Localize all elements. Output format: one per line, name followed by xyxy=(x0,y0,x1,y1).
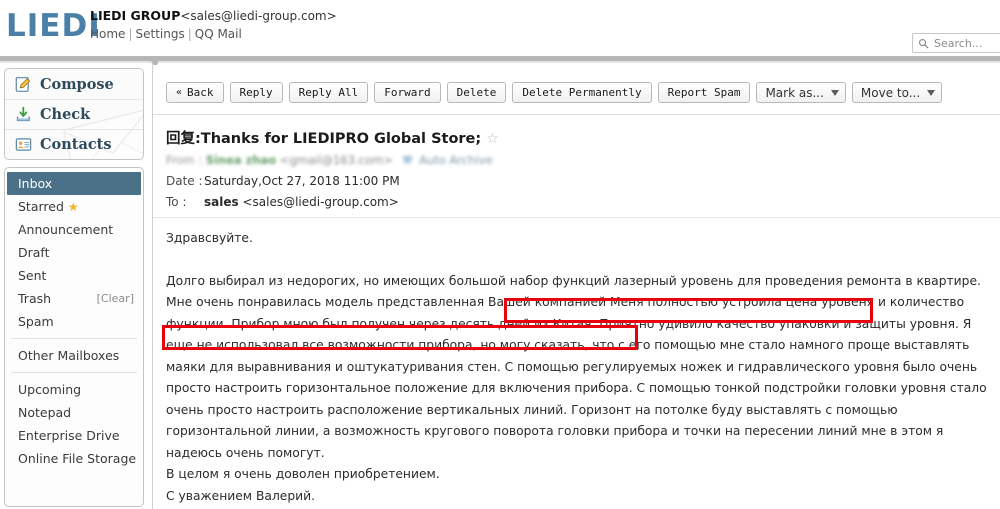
sidebar-item-notepad[interactable]: Notepad xyxy=(5,401,143,424)
sidebar-item-label: Other Mailboxes xyxy=(18,348,120,363)
toolbar-divider xyxy=(153,114,1000,115)
message-header-divider xyxy=(153,217,1000,218)
back-label: Back xyxy=(187,86,214,99)
delete-permanently-button[interactable]: Delete Permanently xyxy=(512,82,652,103)
sidebar-item-label: Inbox xyxy=(18,176,53,191)
sidebar-item-label: Online File Storage xyxy=(18,451,137,466)
auto-archive-label[interactable]: Auto Archive xyxy=(419,153,492,167)
search-input[interactable] xyxy=(932,35,1000,51)
delete-button[interactable]: Delete xyxy=(446,82,507,103)
contacts-button[interactable]: Contacts xyxy=(5,129,143,159)
nav-item-qq-mail[interactable]: QQ Mail xyxy=(195,27,242,41)
move-to-dropdown[interactable]: Move to... xyxy=(851,82,943,103)
sidebar-item-label: Starred xyxy=(18,199,64,214)
sidebar-item-label: Sent xyxy=(18,268,47,283)
chevron-down-icon xyxy=(927,89,936,96)
nav-item-settings[interactable]: Settings xyxy=(135,27,184,41)
sidebar-item-upcoming[interactable]: Upcoming xyxy=(5,378,143,401)
header-divider-shadow xyxy=(0,61,1000,63)
subject-text: 回复:Thanks for LIEDIPRO Global Store; xyxy=(166,131,482,147)
to-address: <sales@liedi-group.com> xyxy=(242,195,399,209)
sidebar-item-label: Announcement xyxy=(18,222,114,237)
body-closing-1: В целом я очень доволен приобретением. xyxy=(166,467,440,481)
reply-button[interactable]: Reply xyxy=(229,82,283,103)
sidebar-item-label: Upcoming xyxy=(18,382,82,397)
brand-block: LIEDI GROUP<sales@liedi-group.com> Home |… xyxy=(90,8,337,41)
nav-separator: | xyxy=(187,27,192,41)
sidebar-item-online-file-storage[interactable]: Online File Storage xyxy=(5,447,143,470)
account-line: LIEDI GROUP<sales@liedi-group.com> xyxy=(90,8,337,23)
sidebar: Compose Check Contacts Inbox Starred ★ A… xyxy=(0,63,147,509)
archive-box-icon xyxy=(403,156,413,164)
nav-separator: | xyxy=(128,27,133,41)
star-toggle-icon[interactable]: ☆ xyxy=(486,131,499,147)
sidebar-item-label: Draft xyxy=(18,245,50,260)
header-nav: Home | Settings | QQ Mail xyxy=(90,27,337,41)
move-to-label: Move to... xyxy=(860,85,921,100)
clear-trash-link[interactable]: [Clear] xyxy=(97,292,134,305)
message-from-row: From : Sinea zhao <gmail@163.com> Auto A… xyxy=(166,153,492,167)
search-icon xyxy=(918,38,929,48)
sidebar-item-sent[interactable]: Sent xyxy=(5,264,143,287)
from-address: <gmail@163.com> xyxy=(279,153,393,167)
message-date-row: Date :Saturday,Oct 27, 2018 11:00 PM xyxy=(166,174,400,188)
report-spam-button[interactable]: Report Spam xyxy=(657,82,751,103)
sidebar-divider xyxy=(11,372,137,373)
body-closing-2: С уважением Валерий. xyxy=(166,488,316,503)
mail-client-window: LIEDI LIEDI GROUP<sales@liedi-group.com>… xyxy=(0,0,1000,509)
message-view: « Back Reply Reply All Forward Delete Del… xyxy=(152,65,1000,509)
sidebar-item-enterprise-drive[interactable]: Enterprise Drive xyxy=(5,424,143,447)
sidebar-item-trash[interactable]: Trash [Clear] xyxy=(5,287,143,310)
contacts-card-icon xyxy=(15,138,32,151)
sidebar-item-draft[interactable]: Draft xyxy=(5,241,143,264)
sidebar-item-spam[interactable]: Spam xyxy=(5,310,143,333)
sidebar-item-starred[interactable]: Starred ★ xyxy=(5,195,143,218)
compose-pencil-icon xyxy=(15,76,31,92)
forward-button[interactable]: Forward xyxy=(374,82,441,103)
message-subject: 回复:Thanks for LIEDIPRO Global Store; ☆ xyxy=(166,127,499,148)
message-toolbar: « Back Reply Reply All Forward Delete Del… xyxy=(166,82,943,103)
back-chevron-icon: « xyxy=(176,87,183,98)
app-header: LIEDI LIEDI GROUP<sales@liedi-group.com>… xyxy=(0,0,1000,57)
liedi-logo[interactable]: LIEDI xyxy=(6,8,101,44)
nav-item-home[interactable]: Home xyxy=(90,27,125,41)
sidebar-divider xyxy=(11,338,137,339)
body-greeting: Здравсвуйте. xyxy=(166,231,253,245)
sidebar-item-announcement[interactable]: Announcement xyxy=(5,218,143,241)
contacts-label: Contacts xyxy=(40,136,112,153)
reply-all-button[interactable]: Reply All xyxy=(288,82,369,103)
date-value: Saturday,Oct 27, 2018 11:00 PM xyxy=(204,174,400,188)
sidebar-item-label: Trash xyxy=(18,291,52,306)
sidebar-item-other-mailboxes[interactable]: Other Mailboxes xyxy=(5,344,143,367)
quick-actions-panel: Compose Check Contacts xyxy=(4,68,144,160)
check-label: Check xyxy=(40,106,91,123)
back-button[interactable]: « Back xyxy=(166,82,224,103)
sidebar-item-label: Enterprise Drive xyxy=(18,428,120,443)
message-to-row: To : sales <sales@liedi-group.com> xyxy=(166,195,399,209)
search-box[interactable] xyxy=(912,33,1000,53)
mark-as-label: Mark as... xyxy=(765,85,824,100)
body-paragraph: Долго выбирал из недорогих, но имеющих б… xyxy=(166,273,987,460)
compose-button[interactable]: Compose xyxy=(5,69,143,99)
from-name: Sinea zhao xyxy=(205,153,277,167)
sidebar-item-inbox[interactable]: Inbox xyxy=(7,172,141,195)
chevron-down-icon xyxy=(830,89,839,96)
star-icon: ★ xyxy=(67,199,79,214)
to-label: To : xyxy=(166,195,187,209)
from-label: From : xyxy=(166,153,203,167)
to-name: sales xyxy=(204,195,239,209)
date-label: Date : xyxy=(166,174,203,188)
compose-label: Compose xyxy=(40,75,114,93)
mark-as-dropdown[interactable]: Mark as... xyxy=(756,82,846,103)
sidebar-item-label: Notepad xyxy=(18,405,72,420)
account-email: <sales@liedi-group.com> xyxy=(180,9,337,23)
check-button[interactable]: Check xyxy=(5,99,143,129)
folder-list-panel: Inbox Starred ★ Announcement Draft Sent … xyxy=(4,167,144,507)
sidebar-item-label: Spam xyxy=(18,314,54,329)
account-name: LIEDI GROUP xyxy=(90,8,181,23)
download-inbox-icon xyxy=(16,106,30,122)
message-body: Здравсвуйте. Долго выбирал из недорогих,… xyxy=(166,228,994,507)
